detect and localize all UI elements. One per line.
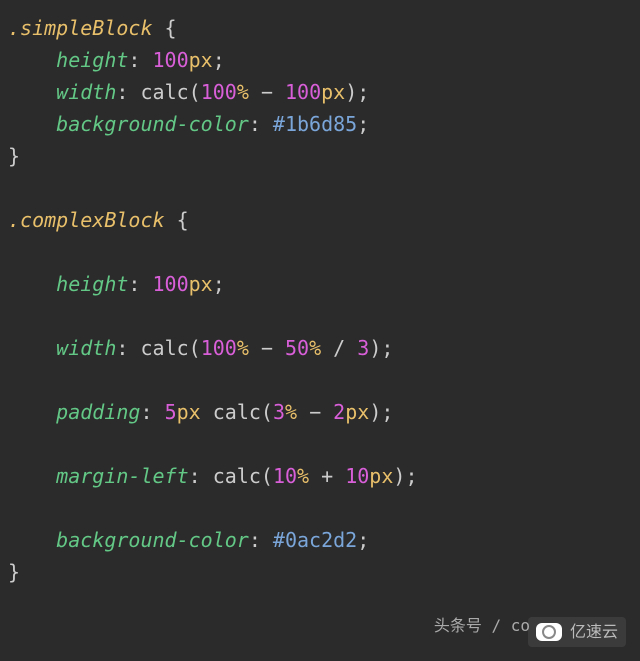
css-value: calc(100% − 50% / 3) xyxy=(140,336,381,360)
css-value: 5px calc(3% − 2px) xyxy=(165,400,382,424)
brand-label: 亿速云 xyxy=(570,619,618,645)
css-value: 100px xyxy=(153,48,213,72)
source-watermark: 头条号 / co xyxy=(434,613,530,639)
selector: .complexBlock xyxy=(8,208,165,232)
css-value: calc(100% − 100px) xyxy=(140,80,357,104)
code-block: .simpleBlock { height: 100px; width: cal… xyxy=(0,0,640,600)
css-prop: height xyxy=(56,48,128,72)
css-value: calc(10% + 10px) xyxy=(213,464,406,488)
css-prop: width xyxy=(56,80,116,104)
cloud-icon xyxy=(536,623,562,641)
brand-watermark: 亿速云 xyxy=(528,617,626,647)
css-prop: height xyxy=(56,272,128,296)
css-value: #0ac2d2 xyxy=(273,528,357,552)
brace-open: { xyxy=(177,208,189,232)
css-prop: background-color xyxy=(56,112,249,136)
css-value: #1b6d85 xyxy=(273,112,357,136)
css-value: 100px xyxy=(153,272,213,296)
css-prop: background-color xyxy=(56,528,249,552)
selector: .simpleBlock xyxy=(8,16,153,40)
brace-open: { xyxy=(165,16,177,40)
css-prop: margin-left xyxy=(56,464,188,488)
css-prop: width xyxy=(56,336,116,360)
brace-close: } xyxy=(8,144,20,168)
css-prop: padding xyxy=(56,400,140,424)
brace-close: } xyxy=(8,560,20,584)
